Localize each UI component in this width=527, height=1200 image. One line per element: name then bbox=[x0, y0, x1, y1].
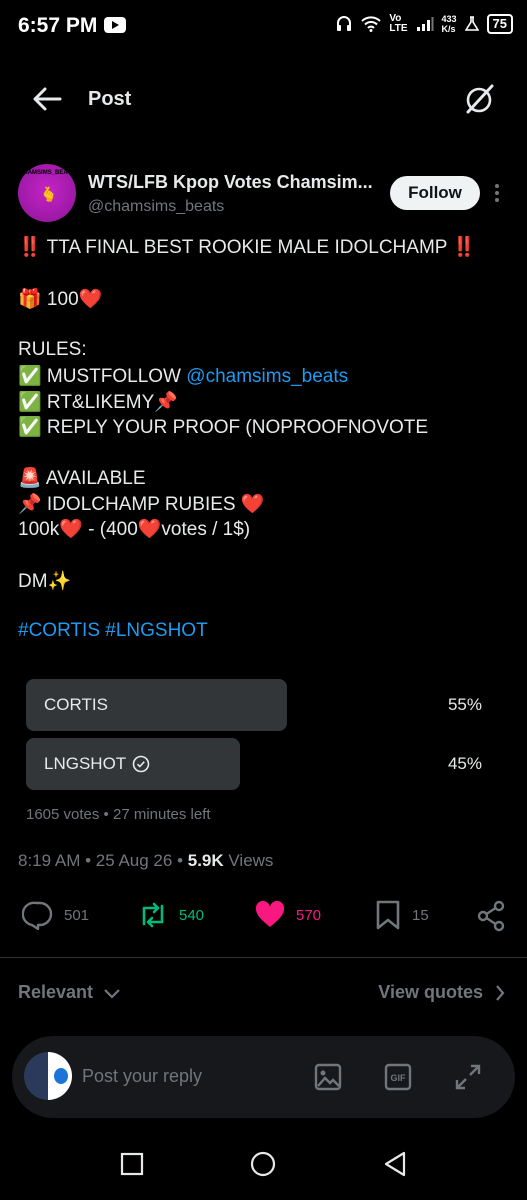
like-count: 570 bbox=[296, 906, 322, 924]
post-line-4: ✅ MUSTFOLLOW @chamsims_beats bbox=[18, 364, 348, 388]
post-line-1: ‼️ TTA FINAL BEST ROOKIE MALE IDOLCHAMP … bbox=[18, 237, 477, 258]
avatar-text: CHAMSIMS_BEATS bbox=[19, 170, 75, 176]
chevron-right-icon bbox=[496, 984, 505, 1001]
follow-button[interactable]: Follow bbox=[390, 176, 480, 210]
post-line-3: RULES: bbox=[18, 339, 87, 360]
finger-heart-icon: 🫰 bbox=[40, 186, 58, 202]
sort-label: Relevant bbox=[18, 982, 94, 1002]
status-time: 6:57 PM bbox=[18, 14, 98, 37]
post-line-10: DM✨ bbox=[18, 571, 72, 592]
repost-icon bbox=[142, 902, 164, 928]
post-time-date: 8:19 AM • 25 Aug 26 • bbox=[18, 851, 188, 870]
youtube-notification-icon bbox=[104, 17, 126, 33]
more-options-icon[interactable] bbox=[493, 182, 501, 204]
view-quotes-link[interactable]: View quotes bbox=[378, 982, 505, 1003]
sort-dropdown[interactable]: Relevant bbox=[18, 982, 121, 1003]
author-avatar[interactable]: CHAMSIMS_BEATS 🫰 bbox=[18, 164, 76, 222]
bookmark-action[interactable]: 15 bbox=[374, 898, 429, 932]
reply-icon bbox=[22, 901, 53, 930]
back-arrow-icon[interactable] bbox=[30, 84, 64, 114]
volte-bottom: LTE bbox=[389, 23, 408, 34]
bookmark-count: 15 bbox=[412, 906, 429, 924]
mention-link[interactable]: @chamsims_beats bbox=[186, 366, 348, 387]
top-app-bar: Post bbox=[0, 76, 527, 124]
poll-option-label-cortis: CORTIS bbox=[44, 695, 108, 714]
views-count: 5.9K bbox=[187, 851, 224, 870]
grok-icon[interactable] bbox=[463, 82, 497, 116]
bookmark-icon bbox=[376, 900, 400, 930]
network-speed-unit: K/s bbox=[441, 24, 456, 34]
expand-icon[interactable] bbox=[454, 1063, 482, 1091]
home-icon[interactable] bbox=[250, 1151, 276, 1177]
reply-action[interactable]: 501 bbox=[22, 898, 89, 932]
heart-icon bbox=[255, 900, 285, 927]
post-line-9: 100k❤️ - (400❤️votes / 1$) bbox=[18, 519, 251, 540]
user-avatar[interactable] bbox=[24, 1052, 72, 1100]
poll-option-label-lngshot: LNGSHOT bbox=[44, 754, 127, 773]
nav-back-icon[interactable] bbox=[383, 1151, 407, 1177]
divider bbox=[0, 957, 527, 958]
post-timestamp: 8:19 AM • 25 Aug 26 • 5.9K Views bbox=[18, 851, 273, 871]
network-speed: 433 K/s bbox=[442, 14, 457, 34]
signal-icon bbox=[416, 17, 433, 31]
share-icon[interactable] bbox=[476, 900, 506, 932]
views-label[interactable]: Views bbox=[224, 851, 273, 870]
author-name[interactable]: WTS/LFB Kpop Votes Chamsim... bbox=[88, 172, 373, 193]
voted-check-icon bbox=[132, 755, 150, 773]
repost-count: 540 bbox=[179, 906, 205, 924]
poll-option-lngshot: LNGSHOT bbox=[44, 754, 150, 774]
hashtags[interactable]: #CORTIS #LNGSHOT bbox=[18, 620, 208, 642]
post-line-8: 📌 IDOLCHAMP RUBIES ❤️ bbox=[18, 494, 265, 515]
network-speed-value: 433 bbox=[441, 14, 457, 24]
recent-apps-icon[interactable] bbox=[120, 1152, 144, 1176]
flask-icon bbox=[464, 16, 479, 31]
headset-icon bbox=[337, 16, 352, 31]
post-line-4-text: ✅ MUSTFOLLOW bbox=[18, 366, 187, 387]
chevron-down-icon bbox=[104, 988, 120, 999]
like-action[interactable]: 570 bbox=[254, 898, 321, 932]
post-line-2: 🎁 100❤️ bbox=[18, 289, 103, 310]
poll-option-percent-cortis: 55% bbox=[447, 695, 482, 714]
post-line-5: ✅ RT&LIKEMY📌 bbox=[18, 392, 178, 413]
post-line-6: ✅ REPLY YOUR PROOF (NOPROOFNOVOTE bbox=[18, 417, 429, 438]
repost-action[interactable]: 540 bbox=[137, 898, 204, 932]
gif-icon[interactable]: GIF bbox=[384, 1063, 412, 1091]
volte-indicator: Vo LTE bbox=[389, 14, 407, 34]
poll-meta: 1605 votes • 27 minutes left bbox=[26, 806, 211, 823]
reply-input[interactable]: Post your reply bbox=[82, 1066, 202, 1087]
author-handle[interactable]: @chamsims_beats bbox=[88, 198, 224, 216]
view-quotes-label: View quotes bbox=[378, 982, 483, 1002]
poll-option-percent-lngshot: 45% bbox=[447, 754, 482, 773]
post-line-7: 🚨 AVAILABLE bbox=[18, 468, 146, 489]
battery-indicator: 75 bbox=[486, 14, 513, 34]
wifi-icon bbox=[361, 16, 382, 32]
status-icons: Vo LTE 433 K/s 75 bbox=[335, 14, 513, 34]
svg-text:GIF: GIF bbox=[391, 1073, 407, 1083]
image-icon[interactable] bbox=[314, 1063, 342, 1091]
reply-count: 501 bbox=[64, 906, 90, 924]
page-title: Post bbox=[88, 88, 132, 110]
status-bar: 6:57 PM Vo LTE 433 K/s 75 bbox=[0, 0, 527, 56]
